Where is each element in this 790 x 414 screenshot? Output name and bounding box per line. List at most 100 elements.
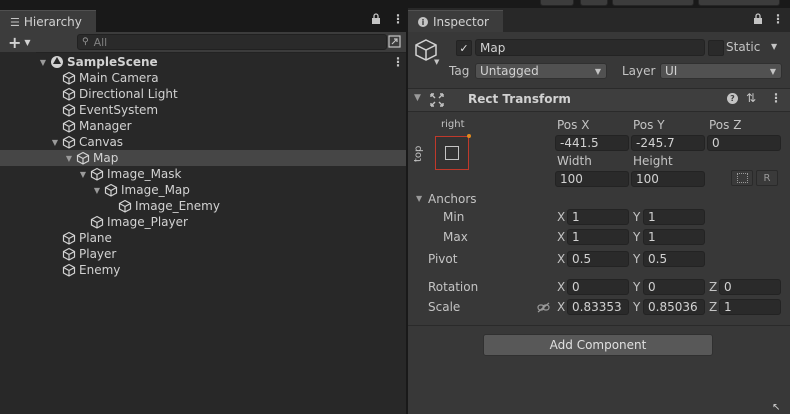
min-y-label: Y <box>633 210 641 224</box>
search-input[interactable]: ⚲ All <box>77 34 387 50</box>
hierarchy-item[interactable]: ▼ Image_Map <box>0 182 406 198</box>
hierarchy-item[interactable]: Plane <box>0 230 406 246</box>
pivot-x-field[interactable]: 0.5 <box>567 251 629 267</box>
scene-visibility-icon[interactable] <box>388 35 401 48</box>
pivot-x-label: X <box>557 252 566 266</box>
anchor-min-x-field[interactable]: 1 <box>567 209 629 225</box>
static-dropdown-icon[interactable]: ▼ <box>771 42 777 51</box>
foldout-arrow-icon[interactable]: ▼ <box>414 93 421 103</box>
lock-icon[interactable] <box>752 13 764 25</box>
toolbar-button[interactable] <box>580 0 608 6</box>
scale-x-label: X <box>557 300 566 314</box>
expand-arrow-icon[interactable]: ▼ <box>92 182 102 198</box>
scale-z-label: Z <box>709 300 718 314</box>
hierarchy-item[interactable]: Image_Player <box>0 214 406 230</box>
inspector-tab-strip: i Inspector ⋮ <box>408 8 790 33</box>
more-options-icon[interactable]: ⋮ <box>772 12 784 26</box>
add-icon: + <box>8 33 22 52</box>
hierarchy-item[interactable]: Player <box>0 246 406 262</box>
pos-y-field[interactable]: -245.7 <box>631 135 705 151</box>
item-label: Player <box>79 247 117 261</box>
item-label: Image_Enemy <box>135 199 220 213</box>
hierarchy-item[interactable]: Enemy <box>0 262 406 278</box>
scene-row[interactable]: ▼ SampleScene ⋮ <box>0 54 406 70</box>
anchors-foldout-icon[interactable]: ▼ <box>416 194 422 203</box>
pos-x-value: -441.5 <box>560 136 599 150</box>
expand-arrow-icon[interactable]: ▼ <box>78 166 88 182</box>
tab-label: Inspector <box>433 15 489 29</box>
rotation-y-field[interactable]: 0 <box>643 279 705 295</box>
toolbar-button[interactable] <box>612 0 694 6</box>
anchor-max-y-field[interactable]: 1 <box>643 229 705 245</box>
tab-label: Hierarchy <box>23 15 82 29</box>
scale-z-field[interactable]: 1 <box>719 299 781 315</box>
anchors-label: Anchors <box>428 192 477 206</box>
tab-inspector[interactable]: i Inspector <box>408 10 503 33</box>
lock-icon[interactable] <box>370 13 382 25</box>
list-icon: ☰ <box>10 15 20 29</box>
active-checkbox[interactable]: ✓ <box>456 40 472 56</box>
rotation-z-field[interactable]: 0 <box>719 279 781 295</box>
pos-x-label: Pos X <box>557 118 590 132</box>
pos-z-field[interactable]: 0 <box>707 135 781 151</box>
help-icon[interactable]: ? <box>727 93 738 104</box>
create-dropdown[interactable]: + ▼ <box>8 33 31 52</box>
component-title: Rect Transform <box>468 92 571 106</box>
add-component-label: Add Component <box>549 338 647 352</box>
expand-arrow-icon[interactable]: ▼ <box>38 54 48 70</box>
anchor-max-x-field[interactable]: 1 <box>567 229 629 245</box>
gameobject-cube-icon <box>90 215 104 229</box>
item-label: Enemy <box>79 263 121 277</box>
preset-icon[interactable]: ⇅ <box>746 91 756 105</box>
scene-more-icon[interactable]: ⋮ <box>392 55 404 69</box>
tab-hierarchy[interactable]: ☰ Hierarchy <box>0 10 96 33</box>
scale-y-label: Y <box>633 300 641 314</box>
toolbar-button[interactable] <box>540 0 574 6</box>
scale-y-field[interactable]: 0.85036 <box>643 299 705 315</box>
gameobject-cube-icon <box>62 71 76 85</box>
width-field[interactable]: 100 <box>555 171 629 187</box>
more-options-icon[interactable]: ⋮ <box>392 12 404 26</box>
rect-transform-header[interactable]: ▼ Rect Transform ? ⇅ ⋮ <box>408 88 790 112</box>
raw-edit-label: R <box>763 172 771 184</box>
expand-arrow-icon[interactable]: ▼ <box>64 150 74 166</box>
hierarchy-item[interactable]: Manager <box>0 118 406 134</box>
icon-dropdown-arrow-icon[interactable]: ▼ <box>434 58 439 66</box>
anchor-min-y-field[interactable]: 1 <box>643 209 705 225</box>
raw-edit-button[interactable]: R <box>756 170 778 186</box>
anchor-h-label: right <box>441 119 465 130</box>
hierarchy-item-selected[interactable]: ▼ Map <box>0 150 406 166</box>
constrain-proportions-icon[interactable] <box>537 302 550 313</box>
hierarchy-item[interactable]: Image_Enemy <box>0 198 406 214</box>
hierarchy-item[interactable]: ▼ Image_Mask <box>0 166 406 182</box>
layer-dropdown[interactable]: UI ▼ <box>660 63 782 79</box>
item-label: EventSystem <box>79 103 159 117</box>
scale-x-field[interactable]: 0.83353 <box>567 299 629 315</box>
pos-z-value: 0 <box>712 136 720 150</box>
static-checkbox[interactable] <box>708 40 724 56</box>
tag-dropdown[interactable]: Untagged ▼ <box>475 63 607 79</box>
gameobject-cube-icon <box>62 103 76 117</box>
rotation-x-field[interactable]: 0 <box>567 279 629 295</box>
anchor-rect-icon <box>445 146 459 160</box>
anchor-preset-button[interactable] <box>435 134 471 170</box>
item-label: Manager <box>79 119 132 133</box>
hierarchy-item[interactable]: EventSystem <box>0 102 406 118</box>
hierarchy-item[interactable]: Main Camera <box>0 70 406 86</box>
object-name-field[interactable]: Map <box>475 39 705 56</box>
pos-x-field[interactable]: -441.5 <box>555 135 629 151</box>
expand-arrow-icon[interactable]: ▼ <box>50 134 60 150</box>
anchor-min-x-value: 1 <box>572 210 580 224</box>
rect-transform-icon <box>430 93 444 107</box>
rotation-label: Rotation <box>428 280 479 294</box>
toolbar-button[interactable] <box>698 0 780 6</box>
hierarchy-item[interactable]: ▼ Canvas <box>0 134 406 150</box>
chevron-down-icon: ▼ <box>769 66 776 76</box>
hierarchy-item[interactable]: Directional Light <box>0 86 406 102</box>
add-component-button[interactable]: Add Component <box>483 334 713 356</box>
pos-y-label: Pos Y <box>633 118 665 132</box>
height-field[interactable]: 100 <box>631 171 705 187</box>
component-menu-icon[interactable]: ⋮ <box>770 91 782 105</box>
blueprint-mode-button[interactable] <box>731 170 753 186</box>
pivot-y-field[interactable]: 0.5 <box>643 251 705 267</box>
